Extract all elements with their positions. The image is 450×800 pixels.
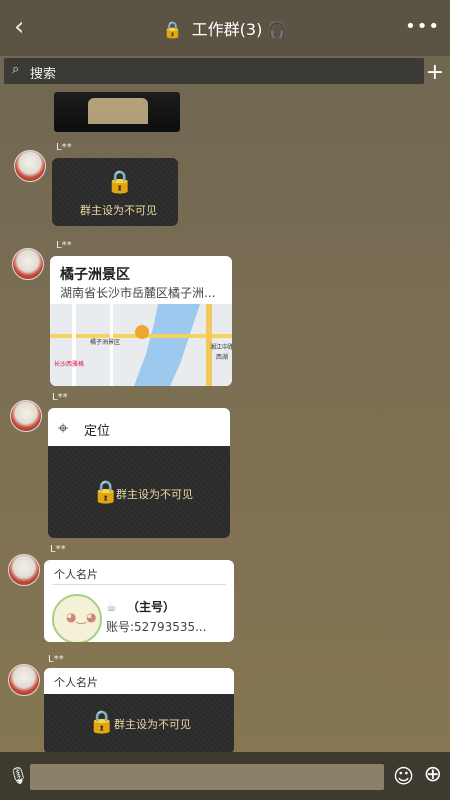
more-icon[interactable]: ••• (405, 16, 440, 37)
avatar[interactable] (8, 554, 40, 586)
avatar[interactable] (12, 248, 44, 280)
hidden-panel: 🔒 群主设为不可见 (48, 446, 230, 538)
search-label: 搜索 (30, 67, 57, 82)
card-label: 个人名片 (54, 568, 98, 581)
search-bar[interactable]: ⌕ 搜索 (4, 58, 424, 84)
hidden-message[interactable]: 🔒 群主设为不可见 (52, 158, 178, 226)
avatar[interactable] (8, 664, 40, 696)
lock-icon: 🔒 (88, 710, 116, 735)
location-header: ⌖ 定位 (48, 408, 230, 446)
mic-icon[interactable]: 🎙 (8, 766, 28, 785)
emoji-icon[interactable]: ☺ (393, 764, 414, 788)
avatar[interactable] (14, 150, 46, 182)
message-input[interactable] (30, 764, 384, 790)
hidden-panel: 🔒 群主设为不可见 (44, 694, 234, 754)
message-list: L** 🔒 群主设为不可见 L** 橘子洲景区 湖南省长沙市岳麓区橘子洲... … (0, 88, 450, 754)
sender-name: L** (50, 544, 66, 555)
sender-name: L** (56, 240, 72, 251)
location-address: 湖南省长沙市岳麓区橘子洲... (60, 286, 216, 300)
sender-name: L** (48, 654, 64, 665)
contact-name: ☕ （主号） (106, 600, 175, 614)
search-icon: ⌕ (12, 62, 20, 77)
lock-icon: 🔒 (106, 170, 134, 195)
location-label: 定位 (84, 424, 111, 439)
hidden-text: 群主设为不可见 (114, 718, 191, 731)
contact-card-message[interactable]: 个人名片 ◕‿◕ ☕ （主号） 账号:52793535... (44, 560, 234, 642)
avatar[interactable] (10, 400, 42, 432)
sender-name: L** (52, 392, 68, 403)
image-thumbnail[interactable] (54, 92, 180, 132)
contact-account: 账号:52793535... (106, 620, 207, 634)
map-label: 长沙西雅格 (54, 360, 84, 368)
map-label: 西湖 (216, 353, 228, 361)
location-pin-icon: ⌖ (58, 418, 69, 439)
map-preview[interactable]: 橘子洲景区 长沙西雅格 湘江中路 西湖 (50, 304, 232, 386)
plus-icon[interactable]: ⊕ (424, 762, 442, 787)
location-hidden-message[interactable]: ⌖ 定位 🔒 群主设为不可见 (48, 408, 230, 538)
lock-icon: 🔒 (162, 20, 183, 39)
contact-avatar: ◕‿◕ (52, 594, 102, 642)
card-header: 个人名片 (44, 668, 234, 694)
location-message[interactable]: 橘子洲景区 湖南省长沙市岳麓区橘子洲... 橘子洲景区 长沙西雅格 湘江中路 西… (50, 256, 232, 386)
add-icon[interactable]: + (426, 60, 444, 85)
location-title: 橘子洲景区 (60, 267, 130, 283)
sender-name: L** (56, 142, 72, 153)
top-bar: ‹ 🔒 工作群(3) 🎧 ••• (0, 0, 450, 56)
divider (52, 584, 226, 585)
map-label: 湘江中路 (210, 343, 232, 351)
card-label: 个人名片 (54, 676, 98, 689)
chat-title: 🔒 工作群(3) 🎧 (0, 16, 450, 40)
cup-icon: ☕ (106, 600, 117, 614)
headphones-icon: 🎧 (267, 20, 288, 39)
hidden-text: 群主设为不可见 (80, 204, 157, 217)
hidden-text: 群主设为不可见 (116, 488, 193, 501)
input-bar: 🎙 ☺ ⊕ (0, 752, 450, 800)
chat-title-text: 工作群(3) (191, 20, 263, 39)
map-label: 橘子洲景区 (90, 338, 120, 346)
contact-hidden-message[interactable]: 个人名片 🔒 群主设为不可见 (44, 668, 234, 754)
